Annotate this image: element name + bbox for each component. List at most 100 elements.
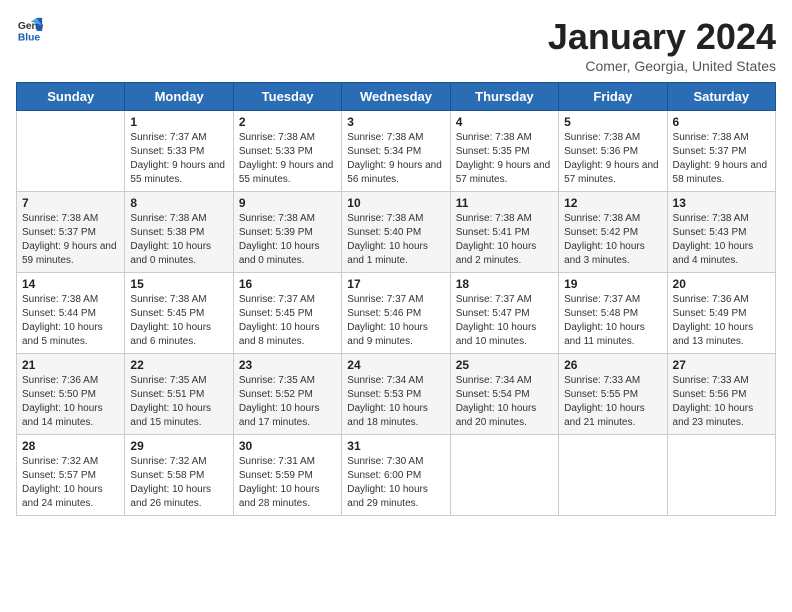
day-info: Sunrise: 7:38 AMSunset: 5:41 PMDaylight:… xyxy=(456,212,553,268)
calendar-cell: 19 Sunrise: 7:37 AMSunset: 5:48 PMDayligh… xyxy=(559,273,667,354)
day-number: 20 xyxy=(673,277,770,291)
calendar-cell: 21 Sunrise: 7:36 AMSunset: 5:50 PMDayligh… xyxy=(17,354,125,435)
day-number: 7 xyxy=(22,196,119,210)
day-number: 21 xyxy=(22,358,119,372)
calendar-cell: 25 Sunrise: 7:34 AMSunset: 5:54 PMDayligh… xyxy=(450,354,558,435)
calendar-cell: 28Sunrise: 7:32 AMSunset: 5:57 PMDayligh… xyxy=(17,435,125,516)
day-header-saturday: Saturday xyxy=(667,83,775,111)
day-number: 17 xyxy=(347,277,444,291)
calendar-cell: 10Sunrise: 7:38 AMSunset: 5:40 PMDayligh… xyxy=(342,192,450,273)
day-number: 11 xyxy=(456,196,553,210)
day-number: 3 xyxy=(347,115,444,129)
day-info: Sunrise: 7:37 AMSunset: 5:47 PMDaylight:… xyxy=(456,293,553,349)
day-info: Sunrise: 7:34 AMSunset: 5:54 PMDaylight:… xyxy=(456,374,553,430)
day-info: Sunrise: 7:38 AMSunset: 5:39 PMDaylight:… xyxy=(239,212,336,268)
header: General Blue January 2024 Comer, Georgia… xyxy=(16,16,776,74)
calendar-cell xyxy=(450,435,558,516)
day-number: 1 xyxy=(130,115,227,129)
day-info: Sunrise: 7:38 AMSunset: 5:45 PMDaylight:… xyxy=(130,293,227,349)
day-info: Sunrise: 7:34 AMSunset: 5:53 PMDaylight:… xyxy=(347,374,444,430)
day-number: 18 xyxy=(456,277,553,291)
logo-icon: General Blue xyxy=(16,16,44,44)
calendar-cell: 17 Sunrise: 7:37 AMSunset: 5:46 PMDayligh… xyxy=(342,273,450,354)
day-header-monday: Monday xyxy=(125,83,233,111)
day-info: Sunrise: 7:38 AMSunset: 5:44 PMDaylight:… xyxy=(22,293,119,349)
calendar-cell: 18 Sunrise: 7:37 AMSunset: 5:47 PMDayligh… xyxy=(450,273,558,354)
week-row-5: 28Sunrise: 7:32 AMSunset: 5:57 PMDayligh… xyxy=(17,435,776,516)
day-info: Sunrise: 7:37 AMSunset: 5:46 PMDaylight:… xyxy=(347,293,444,349)
day-number: 23 xyxy=(239,358,336,372)
day-number: 15 xyxy=(130,277,227,291)
day-number: 12 xyxy=(564,196,661,210)
day-info: Sunrise: 7:35 AMSunset: 5:52 PMDaylight:… xyxy=(239,374,336,430)
title-area: January 2024 Comer, Georgia, United Stat… xyxy=(548,16,776,74)
day-info: Sunrise: 7:30 AMSunset: 6:00 PMDaylight:… xyxy=(347,455,444,511)
calendar-cell: 2Sunrise: 7:38 AMSunset: 5:33 PMDaylight… xyxy=(233,111,341,192)
day-header-friday: Friday xyxy=(559,83,667,111)
day-info: Sunrise: 7:33 AMSunset: 5:55 PMDaylight:… xyxy=(564,374,661,430)
day-number: 24 xyxy=(347,358,444,372)
day-header-sunday: Sunday xyxy=(17,83,125,111)
calendar-cell: 23 Sunrise: 7:35 AMSunset: 5:52 PMDayligh… xyxy=(233,354,341,435)
day-number: 31 xyxy=(347,439,444,453)
day-info: Sunrise: 7:38 AMSunset: 5:37 PMDaylight:… xyxy=(673,131,770,187)
calendar-cell: 3 Sunrise: 7:38 AMSunset: 5:34 PMDaylight… xyxy=(342,111,450,192)
header-row: SundayMondayTuesdayWednesdayThursdayFrid… xyxy=(17,83,776,111)
calendar-table: SundayMondayTuesdayWednesdayThursdayFrid… xyxy=(16,82,776,516)
calendar-cell: 1 Sunrise: 7:37 AMSunset: 5:33 PMDaylight… xyxy=(125,111,233,192)
calendar-cell: 22 Sunrise: 7:35 AMSunset: 5:51 PMDayligh… xyxy=(125,354,233,435)
day-info: Sunrise: 7:38 AMSunset: 5:37 PMDaylight:… xyxy=(22,212,119,268)
day-number: 16 xyxy=(239,277,336,291)
day-number: 28 xyxy=(22,439,119,453)
day-info: Sunrise: 7:32 AMSunset: 5:58 PMDaylight:… xyxy=(130,455,227,511)
day-info: Sunrise: 7:36 AMSunset: 5:50 PMDaylight:… xyxy=(22,374,119,430)
day-number: 4 xyxy=(456,115,553,129)
calendar-cell: 26 Sunrise: 7:33 AMSunset: 5:55 PMDayligh… xyxy=(559,354,667,435)
day-info: Sunrise: 7:37 AMSunset: 5:48 PMDaylight:… xyxy=(564,293,661,349)
calendar-cell: 12 Sunrise: 7:38 AMSunset: 5:42 PMDayligh… xyxy=(559,192,667,273)
calendar-cell: 14 Sunrise: 7:38 AMSunset: 5:44 PMDayligh… xyxy=(17,273,125,354)
day-number: 26 xyxy=(564,358,661,372)
day-number: 27 xyxy=(673,358,770,372)
day-info: Sunrise: 7:37 AMSunset: 5:33 PMDaylight:… xyxy=(130,131,227,187)
calendar-cell: 11 Sunrise: 7:38 AMSunset: 5:41 PMDayligh… xyxy=(450,192,558,273)
location-title: Comer, Georgia, United States xyxy=(548,58,776,74)
day-info: Sunrise: 7:38 AMSunset: 5:35 PMDaylight:… xyxy=(456,131,553,187)
calendar-cell: 20Sunrise: 7:36 AMSunset: 5:49 PMDayligh… xyxy=(667,273,775,354)
day-number: 22 xyxy=(130,358,227,372)
calendar-cell: 9Sunrise: 7:38 AMSunset: 5:39 PMDaylight… xyxy=(233,192,341,273)
day-header-thursday: Thursday xyxy=(450,83,558,111)
calendar-cell: 16 Sunrise: 7:37 AMSunset: 5:45 PMDayligh… xyxy=(233,273,341,354)
svg-text:Blue: Blue xyxy=(18,32,41,43)
day-info: Sunrise: 7:38 AMSunset: 5:38 PMDaylight:… xyxy=(130,212,227,268)
calendar-cell: 13Sunrise: 7:38 AMSunset: 5:43 PMDayligh… xyxy=(667,192,775,273)
day-info: Sunrise: 7:37 AMSunset: 5:45 PMDaylight:… xyxy=(239,293,336,349)
week-row-1: 1 Sunrise: 7:37 AMSunset: 5:33 PMDaylight… xyxy=(17,111,776,192)
calendar-cell: 6Sunrise: 7:38 AMSunset: 5:37 PMDaylight… xyxy=(667,111,775,192)
calendar-cell: 30 Sunrise: 7:31 AMSunset: 5:59 PMDayligh… xyxy=(233,435,341,516)
calendar-cell xyxy=(667,435,775,516)
calendar-cell: 27 Sunrise: 7:33 AMSunset: 5:56 PMDayligh… xyxy=(667,354,775,435)
calendar-cell: 31 Sunrise: 7:30 AMSunset: 6:00 PMDayligh… xyxy=(342,435,450,516)
day-info: Sunrise: 7:38 AMSunset: 5:34 PMDaylight:… xyxy=(347,131,444,187)
day-number: 30 xyxy=(239,439,336,453)
calendar-cell xyxy=(559,435,667,516)
calendar-cell: 15 Sunrise: 7:38 AMSunset: 5:45 PMDayligh… xyxy=(125,273,233,354)
day-info: Sunrise: 7:38 AMSunset: 5:36 PMDaylight:… xyxy=(564,131,661,187)
week-row-2: 7 Sunrise: 7:38 AMSunset: 5:37 PMDaylight… xyxy=(17,192,776,273)
day-number: 29 xyxy=(130,439,227,453)
week-row-3: 14 Sunrise: 7:38 AMSunset: 5:44 PMDayligh… xyxy=(17,273,776,354)
logo: General Blue xyxy=(16,16,44,44)
month-title: January 2024 xyxy=(548,16,776,58)
day-number: 8 xyxy=(130,196,227,210)
calendar-cell xyxy=(17,111,125,192)
day-number: 2 xyxy=(239,115,336,129)
day-info: Sunrise: 7:33 AMSunset: 5:56 PMDaylight:… xyxy=(673,374,770,430)
day-number: 25 xyxy=(456,358,553,372)
day-info: Sunrise: 7:38 AMSunset: 5:40 PMDaylight:… xyxy=(347,212,444,268)
day-number: 19 xyxy=(564,277,661,291)
day-info: Sunrise: 7:31 AMSunset: 5:59 PMDaylight:… xyxy=(239,455,336,511)
day-number: 14 xyxy=(22,277,119,291)
day-info: Sunrise: 7:35 AMSunset: 5:51 PMDaylight:… xyxy=(130,374,227,430)
day-info: Sunrise: 7:38 AMSunset: 5:42 PMDaylight:… xyxy=(564,212,661,268)
